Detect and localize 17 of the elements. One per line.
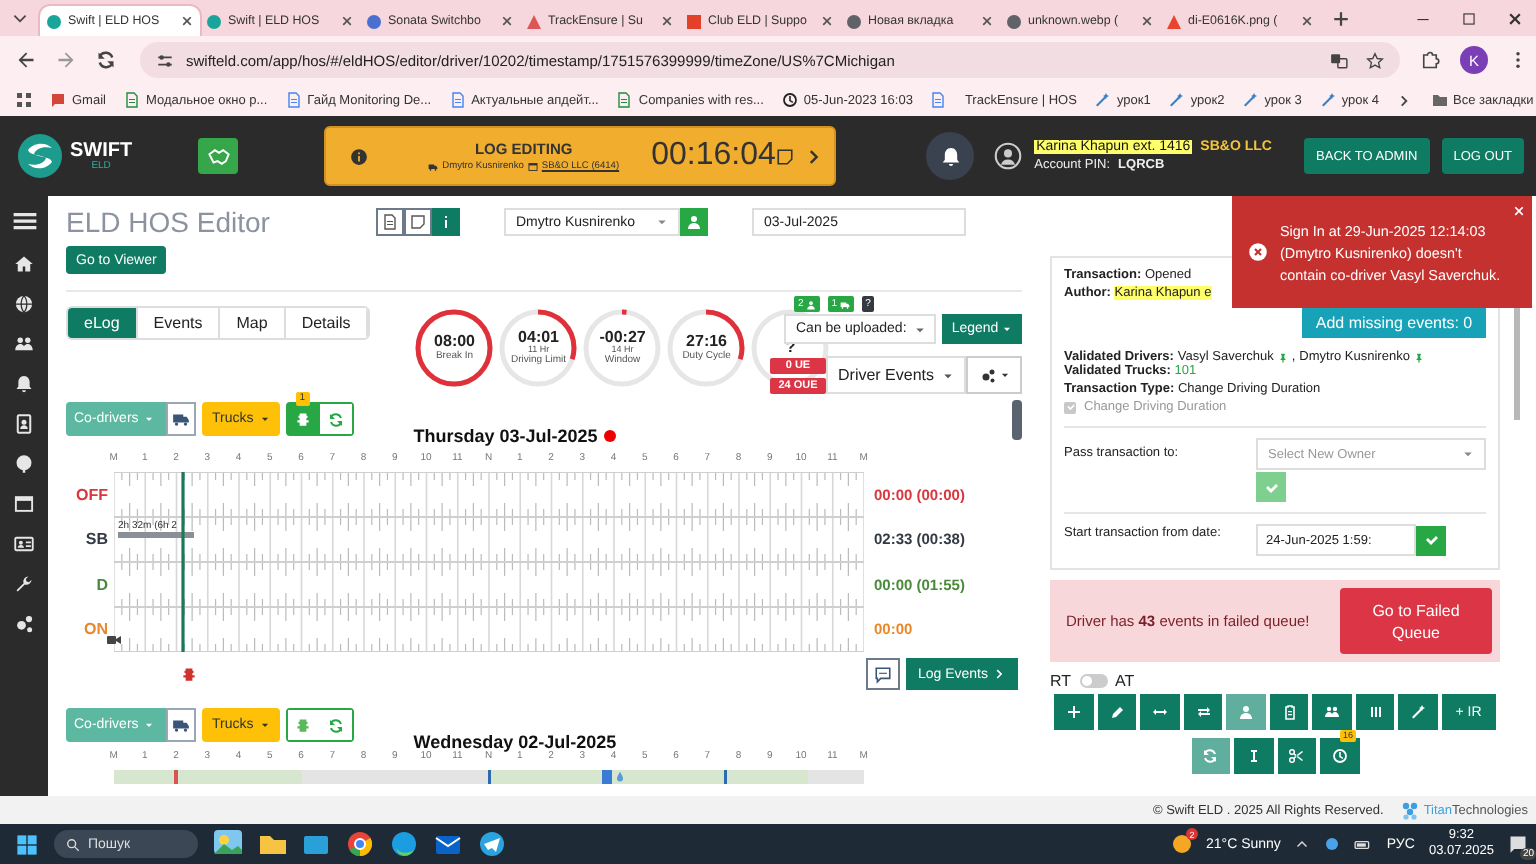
mode-label: AT (1115, 672, 1135, 690)
page-title: ELD HOS Editor (66, 206, 272, 238)
failed-queue-button[interactable]: Go to Failed Queue (1340, 588, 1492, 654)
brand-name: SWIFT (70, 141, 133, 161)
events-select[interactable]: Driver Events (826, 356, 966, 394)
status-label: SB (83, 528, 110, 553)
gauge-value: 27:16 (686, 334, 728, 351)
status-label: ON (82, 618, 110, 643)
status-label: D (94, 573, 110, 598)
tab[interactable]: eLog (68, 308, 138, 338)
gauge-value: -00:27 (599, 329, 646, 346)
day-title: Thursday 03-Jul-2025 (413, 426, 598, 446)
status-label: OFF (74, 483, 110, 508)
mode-label: RT (1050, 672, 1072, 690)
day-title: Wednesday 02-Jul-2025 (413, 732, 617, 752)
gauge-value: 04:01 (518, 329, 560, 346)
timer: 00:16:04 (651, 138, 776, 174)
